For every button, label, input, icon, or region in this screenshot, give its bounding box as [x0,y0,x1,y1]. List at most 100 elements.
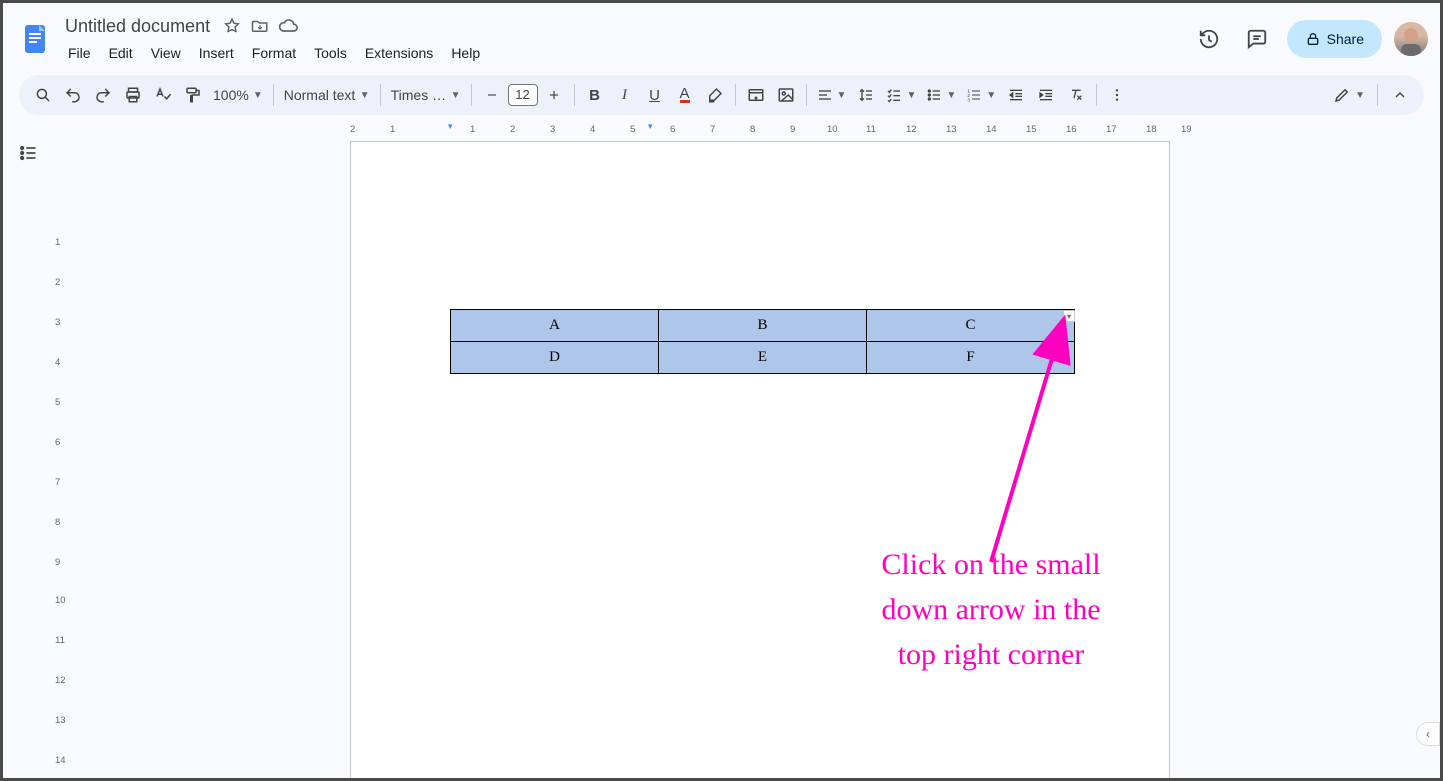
zoom-label: 100% [213,87,249,103]
insert-image-icon[interactable] [772,81,800,109]
show-side-panel-icon[interactable]: ‹ [1416,722,1440,746]
move-icon[interactable] [250,16,270,36]
align-dropdown[interactable]: ▼ [813,81,851,109]
page[interactable]: A B C D E F ▾ Click on the small down ar… [350,141,1170,778]
document-table[interactable]: A B C D E F [450,309,1075,374]
workspace: 2 1 1 2 3 4 5 6 7 8 9 10 11 12 13 14 15 … [3,121,1440,778]
paragraph-style-label: Normal text [284,87,356,103]
title-stack: Untitled document File Edit View Insert … [61,14,487,65]
toolbar-right: ▼ [1329,81,1414,109]
docs-logo[interactable] [15,19,55,59]
history-icon[interactable] [1191,21,1227,57]
bulleted-list-dropdown[interactable]: ▼ [922,81,960,109]
document-title[interactable]: Untitled document [61,14,214,39]
font-size-input[interactable]: 12 [508,84,538,106]
header: Untitled document File Edit View Insert … [3,3,1440,69]
table-row[interactable]: D E F [451,342,1075,374]
ruler-horizontal[interactable]: 2 1 1 2 3 4 5 6 7 8 9 10 11 12 13 14 15 … [350,121,1170,137]
star-icon[interactable] [222,16,242,36]
separator [735,84,736,106]
caret-down-icon: ▼ [986,90,996,101]
paint-format-icon[interactable] [179,81,207,109]
menu-edit[interactable]: Edit [102,41,140,65]
caret-down-icon: ▼ [360,90,370,101]
menu-file[interactable]: File [61,41,98,65]
more-tools-icon[interactable] [1103,81,1131,109]
redo-icon[interactable] [89,81,117,109]
table-cell[interactable]: E [659,342,867,374]
separator [380,84,381,106]
caret-down-icon: ▼ [451,90,461,101]
editing-mode-dropdown[interactable]: ▼ [1329,81,1369,109]
print-icon[interactable] [119,81,147,109]
main-column: 2 1 1 2 3 4 5 6 7 8 9 10 11 12 13 14 15 … [53,121,1440,778]
annotation-line-3: top right corner [811,632,1171,677]
zoom-dropdown[interactable]: 100% ▼ [209,81,267,109]
ruler-vertical[interactable]: 1 2 3 4 5 6 7 8 9 10 11 12 13 14 [53,137,69,778]
caret-down-icon: ▼ [837,90,847,101]
menu-format[interactable]: Format [245,41,303,65]
lock-icon [1305,31,1321,47]
separator [471,84,472,106]
table-cell[interactable]: B [659,310,867,342]
table-options-caret-icon[interactable]: ▾ [1063,310,1075,322]
separator [1096,84,1097,106]
table-cell[interactable]: C [867,310,1075,342]
indent-increase-icon[interactable] [1032,81,1060,109]
menu-help[interactable]: Help [444,41,487,65]
table-cell[interactable]: A [451,310,659,342]
separator [273,84,274,106]
header-right: Share [1191,20,1428,58]
indent-marker-left[interactable]: ▾ [448,121,453,132]
annotation-line-2: down arrow in the [811,587,1171,632]
menubar: File Edit View Insert Format Tools Exten… [61,41,487,65]
font-size-decrease[interactable] [478,81,506,109]
caret-down-icon: ▼ [906,90,916,101]
share-label: Share [1327,31,1364,47]
avatar[interactable] [1394,22,1428,56]
checklist-dropdown[interactable]: ▼ [882,81,920,109]
separator [574,84,575,106]
text-color-icon[interactable]: A [671,81,699,109]
caret-down-icon: ▼ [253,90,263,101]
insert-link-icon[interactable] [742,81,770,109]
indent-marker-right[interactable]: ▾ [648,121,653,132]
share-button[interactable]: Share [1287,20,1382,58]
show-outline-icon[interactable] [14,139,42,167]
caret-down-icon: ▼ [946,90,956,101]
numbered-list-dropdown[interactable]: 123▼ [962,81,1000,109]
svg-text:3: 3 [968,98,971,103]
italic-icon[interactable]: I [611,81,639,109]
outline-column [3,121,53,778]
menu-extensions[interactable]: Extensions [358,41,440,65]
cloud-status-icon[interactable] [278,16,298,36]
font-size-increase[interactable] [540,81,568,109]
line-spacing-icon[interactable] [852,81,880,109]
table-row[interactable]: A B C [451,310,1075,342]
highlight-color-icon[interactable] [701,81,729,109]
title-row: Untitled document [61,14,487,39]
search-menus-icon[interactable] [29,81,57,109]
separator [1377,84,1378,106]
indent-decrease-icon[interactable] [1002,81,1030,109]
paragraph-style-dropdown[interactable]: Normal text ▼ [280,81,374,109]
separator [806,84,807,106]
menu-tools[interactable]: Tools [307,41,354,65]
clear-formatting-icon[interactable] [1062,81,1090,109]
bold-icon[interactable]: B [581,81,609,109]
menu-insert[interactable]: Insert [192,41,241,65]
annotation-text: Click on the small down arrow in the top… [811,542,1171,677]
spellcheck-icon[interactable] [149,81,177,109]
annotation-line-1: Click on the small [811,542,1171,587]
underline-icon[interactable]: U [641,81,669,109]
caret-down-icon: ▼ [1355,90,1365,101]
font-dropdown[interactable]: Times … ▼ [387,81,465,109]
menu-view[interactable]: View [144,41,188,65]
toolbar: 100% ▼ Normal text ▼ Times … ▼ 12 B I U A ▼… [19,75,1424,115]
collapse-toolbar-icon[interactable] [1386,81,1414,109]
undo-icon[interactable] [59,81,87,109]
comments-icon[interactable] [1239,21,1275,57]
font-label: Times … [391,87,447,103]
table-cell[interactable]: D [451,342,659,374]
table-cell[interactable]: F [867,342,1075,374]
